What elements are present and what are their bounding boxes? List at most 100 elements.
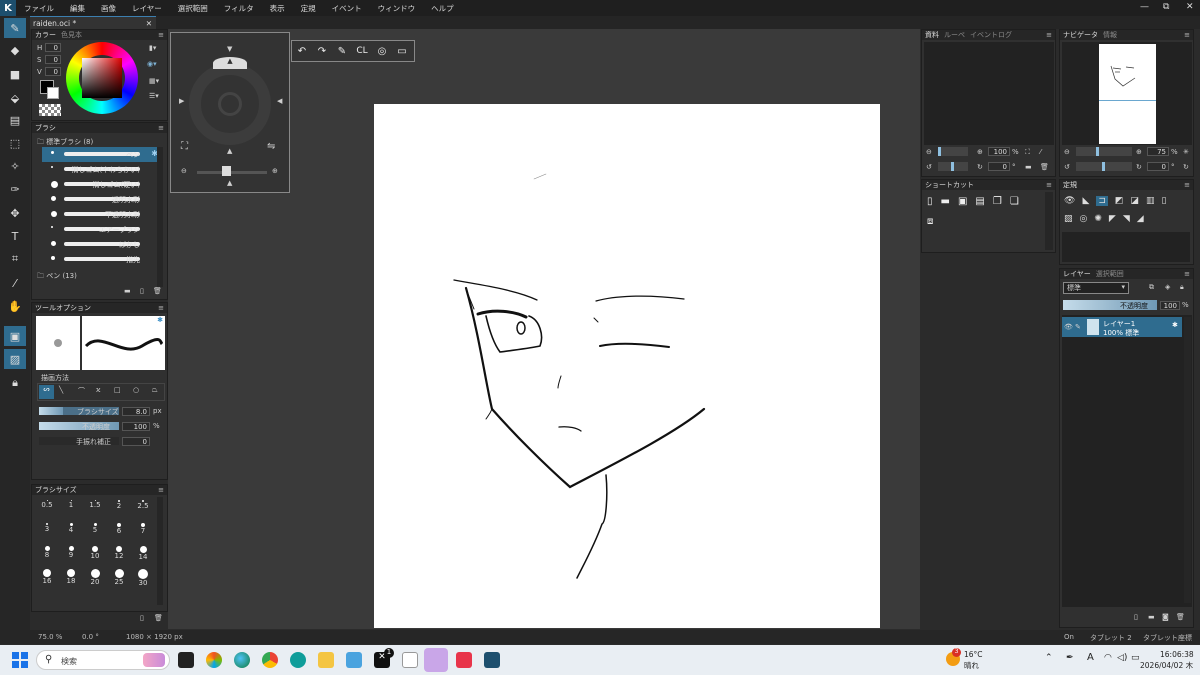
window-icon[interactable]: ▭ [392, 46, 412, 57]
ruler-perspective1-icon[interactable]: ◤ [1109, 214, 1116, 224]
brush-size-delete-icon[interactable]: 🗑︎ [154, 614, 163, 622]
zoom-in-icon[interactable]: ⊕ [272, 167, 278, 175]
layer-mode-icon[interactable]: ▨ [4, 349, 26, 369]
brush-size-preset[interactable]: 1.5 [84, 499, 106, 516]
volume-icon[interactable]: ◁) [1117, 653, 1127, 663]
tab-close-icon[interactable]: ✕ [146, 19, 152, 28]
edit-mode-icon[interactable]: ▣ [4, 326, 26, 346]
layer-opacity-field[interactable]: 100 [1160, 301, 1180, 310]
brush-size-preset[interactable]: 5 [84, 522, 106, 539]
material-zoom-slider[interactable] [938, 147, 968, 156]
pen-tray-icon[interactable]: ✒ [1066, 653, 1074, 663]
material-zoom-field[interactable]: 100 [988, 147, 1010, 156]
curve-icon[interactable]: ⌒ [78, 386, 85, 396]
material-rotate-field[interactable]: 0 [988, 162, 1010, 171]
delete-layer-icon[interactable]: 🗑︎ [1176, 613, 1185, 621]
ruler-straight-icon[interactable]: ◣ [1082, 196, 1089, 206]
tab-color[interactable]: カラー [35, 30, 56, 40]
ruler-type2-icon[interactable]: ◪ [1130, 196, 1139, 206]
ime-indicator[interactable]: A [1087, 652, 1094, 663]
brush-size-preset[interactable]: 9 [60, 545, 82, 562]
capture-icon[interactable]: ⧈ [927, 216, 933, 227]
task-view-icon[interactable] [178, 652, 194, 668]
brush-size-preset[interactable]: 2.5 [132, 499, 154, 516]
crop-tool-icon[interactable]: ⌗ [4, 249, 26, 269]
select-tool-icon[interactable]: ⬚ [4, 133, 26, 153]
panel-menu-icon[interactable]: ≡ [158, 124, 164, 132]
panel-menu-icon[interactable]: ≡ [1184, 270, 1190, 278]
paste-icon[interactable]: ❏ [1010, 196, 1019, 207]
brush-size-preset[interactable]: 4 [60, 522, 82, 539]
panel-menu-icon[interactable]: ≡ [1046, 31, 1052, 39]
hsv-mode-icon[interactable]: ▦▾ [149, 77, 159, 85]
save-icon[interactable]: ▣ [958, 196, 967, 207]
menu-item[interactable]: 表示 [262, 3, 293, 14]
menu-item[interactable]: フィルタ [216, 3, 262, 14]
magic-wand-icon[interactable]: ✧ [4, 156, 26, 176]
brush-size-preset[interactable]: 0.5 [36, 499, 58, 516]
photos-icon[interactable] [346, 652, 362, 668]
brush-item[interactable]: 指先 [42, 252, 162, 267]
open-folder-icon[interactable]: ▬ [1025, 163, 1032, 171]
ruler-snap-icon[interactable]: ⊐ [1096, 196, 1108, 206]
material-rotate-slider[interactable] [938, 162, 968, 171]
brush-size-field[interactable]: 8.0 [122, 407, 150, 416]
fit-zoom-icon[interactable]: ⛶ [181, 141, 188, 152]
freehand-icon[interactable]: ᔕ [39, 385, 54, 399]
panel-menu-icon[interactable]: ≡ [158, 304, 164, 312]
ellipse-shape-icon[interactable]: ○ [133, 386, 139, 394]
zoom-in-icon[interactable]: ⊕ [1136, 148, 1142, 156]
navigator-zoom-slider[interactable] [1076, 147, 1132, 156]
tab-navigator[interactable]: ナビゲータ [1063, 30, 1098, 40]
brush-new-icon[interactable]: ▯ [140, 287, 144, 295]
rotate-left-icon[interactable]: ↺ [926, 163, 932, 171]
zoom-thumb[interactable] [222, 166, 231, 176]
brush-size-scrollbar[interactable] [157, 497, 163, 605]
fill-tool-icon[interactable]: ⬙ [4, 88, 26, 108]
menu-item[interactable]: ウィンドウ [370, 3, 424, 14]
menu-item[interactable]: 選択範囲 [170, 3, 216, 14]
eyedropper-icon[interactable]: ⁄ [4, 273, 26, 293]
shortcut-scrollbar[interactable] [1045, 192, 1053, 250]
color-list-icon[interactable]: ☰▾ [149, 92, 159, 100]
polyline-icon[interactable]: ϰ [96, 386, 101, 394]
rectangle-shape-icon[interactable]: □ [114, 386, 121, 394]
restore-button[interactable]: ⧉ [1163, 2, 1169, 12]
pen-icon[interactable]: ✎ [1075, 323, 1081, 331]
document-app-icon[interactable] [402, 652, 418, 668]
arrow-small-icon[interactable]: ▲ [227, 179, 232, 187]
gradient-tool-icon[interactable]: ▤ [4, 110, 26, 130]
s-field[interactable]: 0 [45, 55, 61, 64]
delete-icon[interactable]: 🗑︎ [1040, 163, 1049, 171]
menu-item[interactable]: 画像 [93, 3, 124, 14]
navigator-view[interactable] [1062, 42, 1192, 145]
brush-item[interactable]: ぼかし [42, 237, 162, 252]
tab-info[interactable]: 情報 [1103, 30, 1117, 40]
brush-folder-icon[interactable]: ▬ [124, 287, 131, 295]
lock-icon[interactable]: 🔒︎ [4, 373, 26, 393]
ruler-parallel-icon[interactable]: ▨ [1064, 214, 1073, 224]
chrome-icon[interactable] [262, 652, 278, 668]
firealpaca-app-icon[interactable] [484, 652, 500, 668]
layer-clip-icon[interactable]: ◈ [1165, 283, 1170, 291]
new-layer-icon[interactable]: ▯ [1134, 613, 1138, 621]
layer-row[interactable]: 👁︎ ✎ レイヤー1 100% 標準 ✱ [1062, 317, 1182, 337]
flip-icon[interactable]: ⇋ [267, 141, 275, 152]
wifi-icon[interactable]: ◠ [1104, 653, 1112, 663]
tab-material[interactable]: 資料 [925, 30, 939, 40]
brush-group-2[interactable]: 🗀︎ ペン (13) [37, 271, 77, 283]
eye-icon[interactable]: 👁︎ [1064, 323, 1073, 331]
ruler-visible-icon[interactable]: 👁︎ [1064, 196, 1075, 206]
redo-icon[interactable]: ↷ [312, 46, 332, 57]
select-pen-icon[interactable]: ✑ [4, 179, 26, 199]
open-file-icon[interactable]: ▬ [941, 196, 950, 207]
material-view[interactable] [924, 42, 1054, 145]
arrow-down-icon[interactable]: ▲ [227, 147, 232, 155]
save-as-icon[interactable]: ▤ [975, 196, 984, 207]
file-explorer-icon[interactable] [318, 652, 334, 668]
navigator-rotate-slider[interactable] [1076, 162, 1132, 171]
brush-size-preset[interactable]: 10 [84, 545, 106, 562]
pen-tool-icon[interactable]: ✎ [4, 18, 26, 38]
brush-size-preset[interactable]: 7 [132, 522, 154, 539]
tab-selection[interactable]: 選択範囲 [1096, 269, 1124, 279]
